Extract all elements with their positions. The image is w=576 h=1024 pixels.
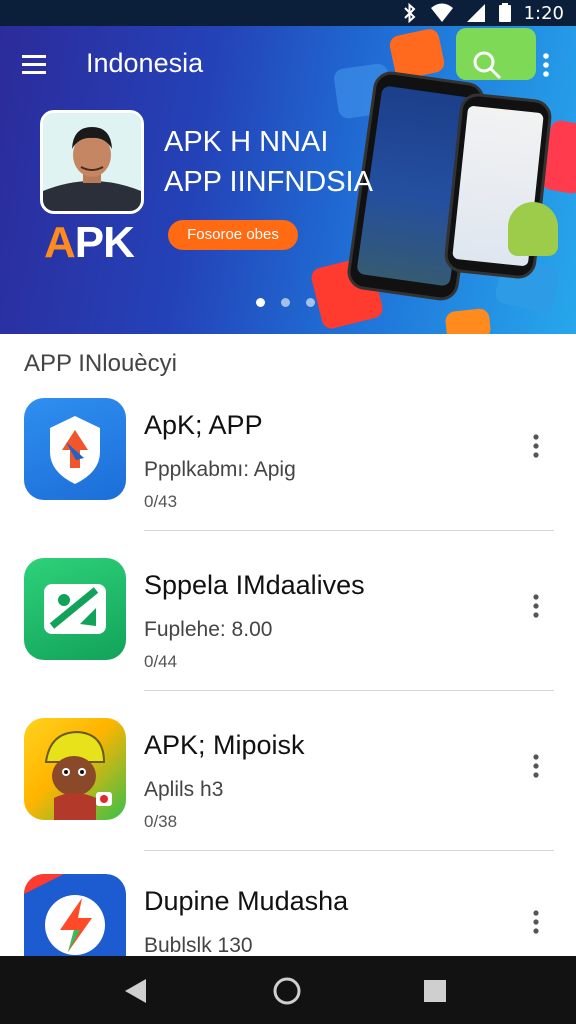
- app-subtitle: Ppplkabmı: Apig: [144, 458, 296, 481]
- decorative-app-tile: [444, 307, 492, 334]
- divider: [144, 850, 554, 851]
- more-vertical-icon[interactable]: [524, 590, 548, 622]
- status-time: 1:20: [523, 2, 564, 24]
- more-vertical-icon[interactable]: [524, 906, 548, 938]
- hero-banner[interactable]: Indonesia APK APK H NNAI APP IINFNDSIA F…: [0, 26, 576, 334]
- app-name: APK; Mipoisk: [144, 730, 305, 760]
- hero-portrait-image: [40, 110, 144, 214]
- game-character-app-icon: [24, 718, 126, 820]
- more-vertical-icon[interactable]: [524, 750, 548, 782]
- app-subtitle: Bublslk 130: [144, 934, 253, 957]
- app-name: Dupine Mudasha: [144, 886, 349, 916]
- app-list-item[interactable]: Sppela IMdaalives Fuplehe: 8.00 0/44: [0, 558, 576, 718]
- hero-headline: APK H NNAI APP IINFNDSIA: [164, 122, 384, 202]
- app-subtitle: Aplils h3: [144, 778, 224, 801]
- more-vertical-icon[interactable]: [534, 50, 558, 80]
- app-bar: Indonesia: [0, 26, 576, 102]
- search-icon[interactable]: [470, 48, 504, 82]
- app-list-item[interactable]: APK; Mipoisk Aplils h3 0/38: [0, 718, 576, 878]
- recents-square-icon[interactable]: [418, 974, 452, 1008]
- app-screen: 1:20 Indonesia APK APK H NNAI APP IINFND…: [0, 0, 576, 1024]
- green-image-app-icon: [24, 558, 126, 660]
- app-list-item[interactable]: ApK; APP Ppplkabmı: Apig 0/43: [0, 398, 576, 558]
- signal-icon: [466, 4, 485, 22]
- shield-arrow-app-icon: [24, 398, 126, 500]
- divider: [144, 530, 554, 531]
- carousel-indicator: [256, 298, 315, 307]
- divider: [144, 690, 554, 691]
- apk-logo-a: A: [44, 218, 76, 267]
- apk-logo: APK: [44, 218, 135, 268]
- app-meta: 0/43: [144, 492, 178, 511]
- section-title: APP INlouècyi: [24, 350, 177, 377]
- home-circle-icon[interactable]: [270, 974, 304, 1008]
- back-triangle-icon[interactable]: [120, 974, 154, 1008]
- hero-headline-line1: APK H NNAI: [164, 126, 329, 158]
- wifi-icon: [430, 3, 453, 22]
- hero-cta-button[interactable]: Fosoroe obes: [168, 220, 298, 250]
- more-vertical-icon[interactable]: [524, 430, 548, 462]
- hero-headline-line2: APP IINFNDSIA: [164, 166, 373, 198]
- bluetooth-icon: [403, 3, 416, 23]
- app-name: Sppela IMdaalives: [144, 570, 365, 600]
- app-meta: 0/38: [144, 812, 178, 831]
- app-title: Indonesia: [86, 48, 204, 78]
- app-name: ApK; APP: [144, 410, 263, 440]
- app-meta: 0/44: [144, 652, 178, 671]
- status-bar: 1:20: [0, 0, 576, 26]
- app-subtitle: Fuplehe: 8.00: [144, 618, 273, 641]
- apk-logo-pk: PK: [74, 218, 135, 267]
- carousel-dot[interactable]: [256, 298, 265, 307]
- carousel-dot[interactable]: [306, 298, 315, 307]
- decorative-android-figure: [508, 202, 558, 256]
- system-nav-bar: [0, 956, 576, 1024]
- app-list-section: APP INlouècyi ApK; APP Ppplkabmı: Apig 0…: [0, 334, 576, 976]
- carousel-dot[interactable]: [281, 298, 290, 307]
- hamburger-menu-icon[interactable]: [18, 50, 52, 80]
- battery-icon: [498, 3, 511, 22]
- status-icons: 1:20: [402, 2, 564, 24]
